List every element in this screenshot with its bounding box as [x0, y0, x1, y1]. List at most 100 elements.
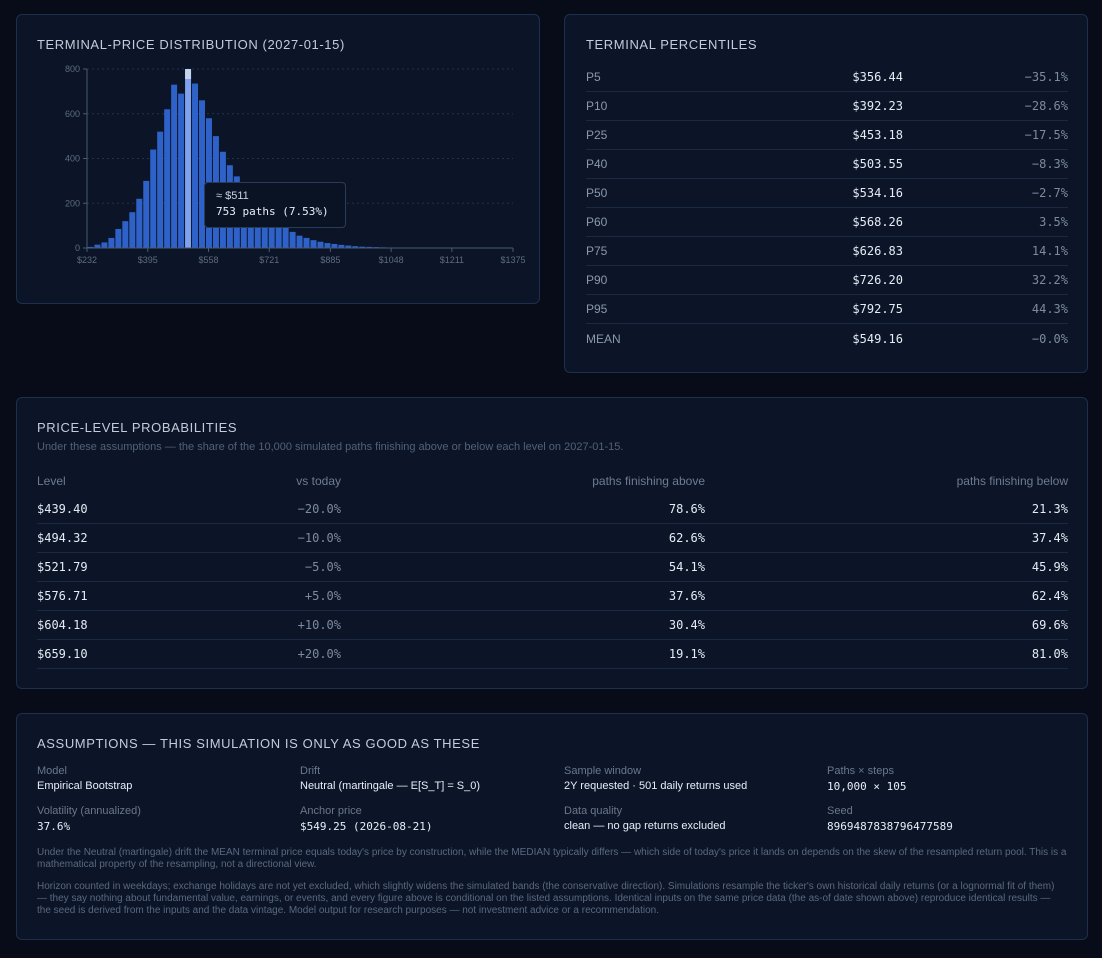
percentile-price: $568.26	[852, 215, 903, 229]
percentile-change: 44.3%	[1031, 302, 1068, 316]
assumption-value: 2Y requested · 501 daily returns used	[564, 780, 748, 792]
level-cell: $494.32	[37, 531, 88, 545]
y-tick-label: 800	[65, 64, 80, 74]
histogram-bar[interactable]	[136, 198, 143, 248]
percentile-label: P50	[586, 186, 608, 200]
above-cell: 78.6%	[668, 502, 705, 516]
percentile-change: 32.2%	[1031, 273, 1068, 287]
assumption-seed: Seed 8969487838796477589	[827, 805, 1087, 833]
level-cell: $659.10	[37, 647, 88, 661]
table-row: $439.40 −20.0% 78.6% 21.3%	[37, 495, 1068, 524]
histogram-chart[interactable]: 0 200 400 600 800 $232 $395 $558 $721 $885 $1048 $1…	[17, 15, 541, 305]
above-cell: 19.1%	[668, 647, 705, 661]
histogram-bar[interactable]	[331, 243, 338, 248]
histogram-bar[interactable]	[94, 244, 101, 248]
percentile-label: P5	[586, 70, 601, 84]
probabilities-rows: $439.40 −20.0% 78.6% 21.3% $494.32 −10.0% 62.6…	[37, 495, 1068, 669]
histogram-bar[interactable]	[317, 241, 324, 248]
percentile-label: P25	[586, 128, 608, 142]
assumption-label: Seed	[827, 805, 853, 817]
histogram-bar[interactable]	[289, 231, 296, 248]
histogram-bar[interactable]	[178, 93, 185, 248]
y-tick-label: 600	[65, 109, 80, 119]
vs-today-cell: −20.0%	[297, 502, 341, 516]
percentile-price: $503.55	[852, 157, 903, 171]
percentile-change: 3.5%	[1039, 215, 1068, 229]
histogram-bar[interactable]	[164, 109, 171, 249]
vs-today-cell: +10.0%	[297, 618, 341, 632]
percentile-label: P75	[586, 244, 608, 258]
percentile-price: $534.16	[852, 186, 903, 200]
percentile-row: P75 $626.83 14.1%	[586, 237, 1068, 266]
vs-today-cell: +20.0%	[297, 647, 341, 661]
tooltip-paths: 753 paths (7.53%)	[216, 205, 329, 218]
assumption-value: 10,000 × 105	[827, 780, 907, 793]
below-cell: 62.4%	[1031, 589, 1068, 603]
percentile-price: $726.20	[852, 273, 903, 287]
tooltip-price: ≈ $511	[216, 190, 249, 202]
percentile-change: −35.1%	[1024, 70, 1068, 84]
histogram-bar[interactable]	[108, 237, 115, 248]
histogram-bar[interactable]	[101, 242, 108, 248]
level-cell: $439.40	[37, 502, 88, 516]
below-cell: 45.9%	[1031, 560, 1068, 574]
histogram-bar-hover-cap	[185, 69, 192, 79]
percentiles-title: TERMINAL PERCENTILES	[586, 37, 758, 52]
percentiles-panel: TERMINAL PERCENTILES P5 $356.44 −35.1% P10 $…	[564, 14, 1088, 373]
histogram-bar[interactable]	[122, 221, 129, 248]
histogram-bar[interactable]	[296, 235, 303, 248]
percentile-label: P95	[586, 302, 608, 316]
percentile-row: P10 $392.23 −28.6%	[586, 92, 1068, 121]
percentile-row: P90 $726.20 32.2%	[586, 266, 1068, 295]
histogram-bar[interactable]	[324, 243, 331, 248]
percentile-price: $626.83	[852, 244, 903, 258]
table-row: $521.79 −5.0% 54.1% 45.9%	[37, 553, 1068, 582]
assumption-label: Drift	[300, 765, 321, 777]
assumption-data-quality: Data quality clean — no gap returns excl…	[564, 805, 824, 832]
percentiles-table: P5 $356.44 −35.1% P10 $392.23 −28.6% P25 $453.1…	[586, 63, 1068, 353]
histogram-bar[interactable]	[282, 227, 289, 248]
histogram-bar[interactable]	[171, 84, 178, 248]
above-cell: 62.6%	[668, 531, 705, 545]
vs-today-cell: −5.0%	[304, 560, 341, 574]
header-below: paths finishing below	[956, 474, 1068, 488]
percentile-row: P5 $356.44 −35.1%	[586, 63, 1068, 92]
y-tick-label: 0	[75, 243, 80, 253]
assumption-anchor-price: Anchor price $549.25 (2026-08-21)	[300, 805, 560, 833]
probabilities-panel: PRICE-LEVEL PROBABILITIES Under these as…	[16, 397, 1088, 689]
percentile-change: −8.3%	[1031, 157, 1068, 171]
histogram-bar[interactable]	[303, 237, 310, 248]
assumption-value: $549.25 (2026-08-21)	[300, 820, 433, 833]
histogram-bar[interactable]	[150, 149, 157, 248]
x-tick-label: $1375	[500, 255, 525, 265]
histogram-bar[interactable]	[157, 131, 164, 248]
histogram-bar-highlighted[interactable]	[185, 69, 192, 248]
above-cell: 54.1%	[668, 560, 705, 574]
assumption-volatility: Volatility (annualized) 37.6%	[37, 805, 297, 833]
table-row: $604.18 +10.0% 30.4% 69.6%	[37, 611, 1068, 640]
below-cell: 21.3%	[1031, 502, 1068, 516]
y-tick-label: 200	[65, 198, 80, 208]
percentile-label: MEAN	[586, 331, 621, 346]
percentile-label: P10	[586, 99, 608, 113]
probabilities-table: Level vs today paths finishing above pat…	[37, 471, 1068, 669]
histogram-bar[interactable]	[192, 83, 199, 248]
percentile-price: $792.75	[852, 302, 903, 316]
assumptions-title: ASSUMPTIONS — THIS SIMULATION IS ONLY AS…	[37, 736, 480, 751]
probabilities-subtitle: Under these assumptions — the share of t…	[37, 441, 624, 453]
percentile-price: $392.23	[852, 99, 903, 113]
level-cell: $604.18	[37, 618, 88, 632]
assumption-model: Model Empirical Bootstrap	[37, 765, 297, 792]
histogram-bar[interactable]	[310, 240, 317, 248]
probabilities-title: PRICE-LEVEL PROBABILITIES	[37, 420, 238, 435]
assumption-value: Empirical Bootstrap	[37, 780, 133, 792]
percentile-label: P40	[586, 157, 608, 171]
histogram-bar[interactable]	[129, 212, 136, 248]
percentile-price: $356.44	[852, 70, 903, 84]
above-cell: 30.4%	[668, 618, 705, 632]
probabilities-header: Level vs today paths finishing above pat…	[37, 471, 1068, 491]
vs-today-cell: +5.0%	[304, 589, 341, 603]
histogram-bar[interactable]	[115, 228, 122, 248]
histogram-bar[interactable]	[143, 180, 150, 248]
assumption-label: Anchor price	[300, 805, 362, 817]
